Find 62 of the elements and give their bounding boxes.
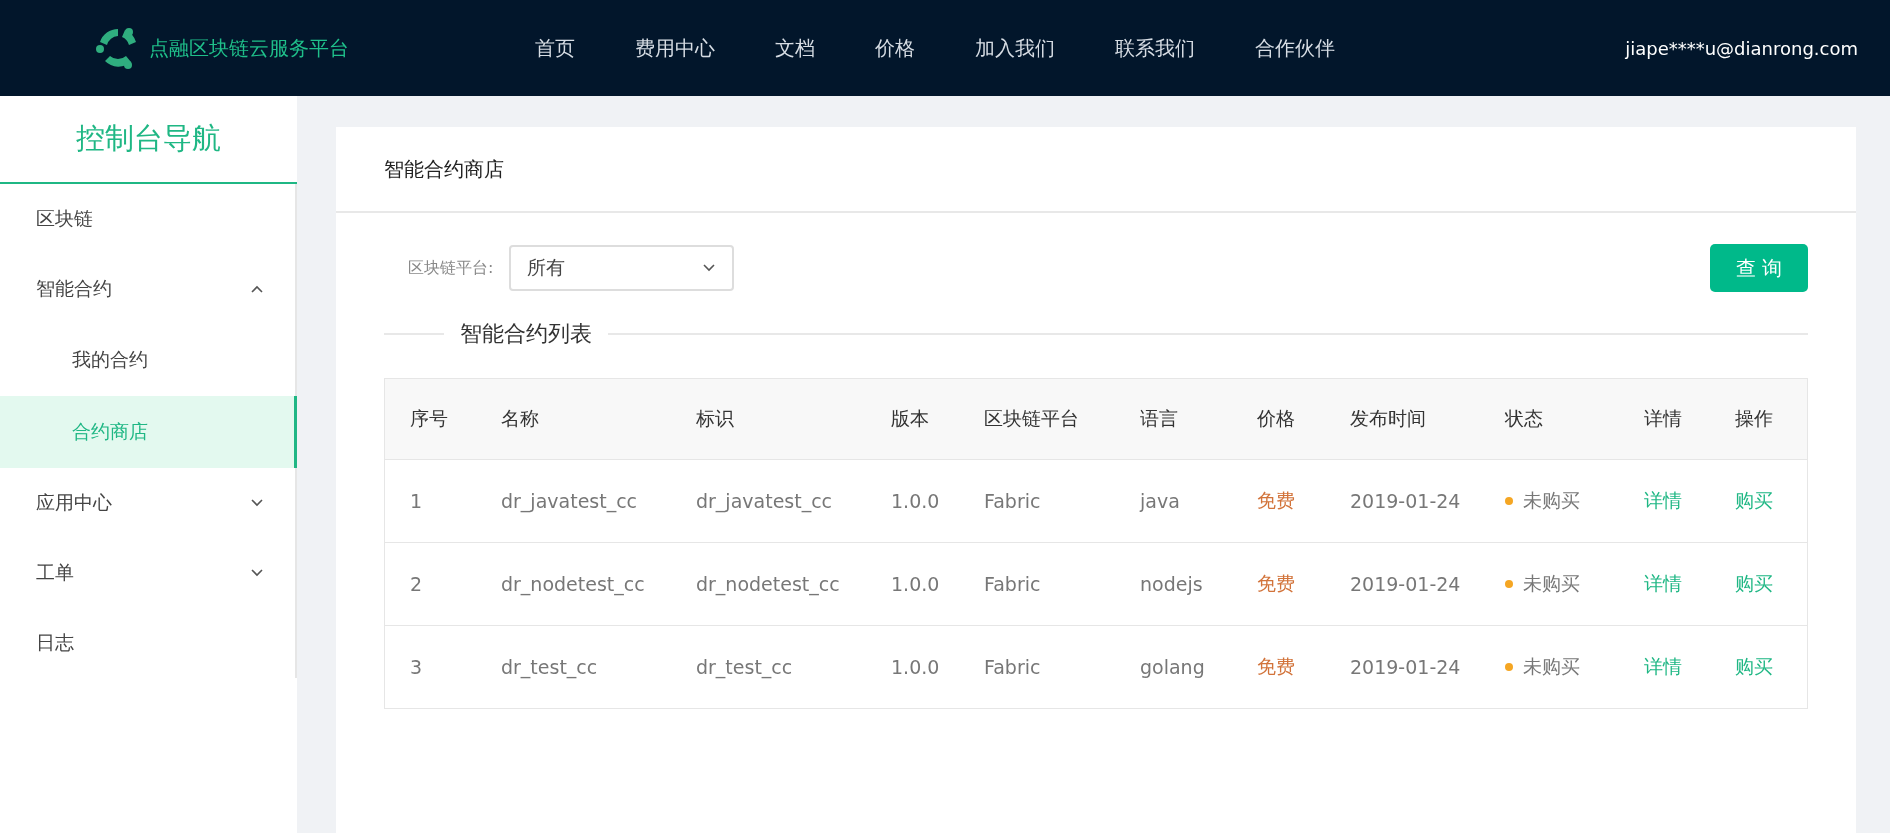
column-header: 操作 <box>1735 406 1774 431</box>
sidebar-item[interactable]: 工单 <box>0 538 295 608</box>
table-cell-text: 1.0.0 <box>891 573 941 595</box>
table-cell-text: dr_test_cc <box>501 656 599 678</box>
table-cell-text: dr_javatest_cc <box>501 490 639 512</box>
table-cell-text: 2019-01-24 <box>1350 656 1462 678</box>
table-cell-text: 1.0.0 <box>891 490 941 512</box>
column-header: 状态 <box>1505 406 1544 431</box>
table-cell-text: 2019-01-24 <box>1350 490 1462 512</box>
table-cell-text: 1 <box>410 490 424 512</box>
chevron-icon <box>251 499 263 507</box>
sidebar-title: 控制台导航 <box>0 96 297 184</box>
column-header: 区块链平台 <box>984 406 1080 431</box>
sidebar-item[interactable]: 日志 <box>0 608 295 678</box>
filter-label: 区块链平台: <box>408 257 494 279</box>
user-email[interactable]: jiape****u@dianrong.com <box>1625 37 1858 59</box>
column-header: 标识 <box>696 406 735 431</box>
table-cell-text: 2019-01-24 <box>1350 573 1462 595</box>
table-cell-text: Fabric <box>984 656 1042 678</box>
column-header: 发布时间 <box>1350 406 1427 431</box>
column-header: 详情 <box>1644 406 1683 431</box>
page-title: 智能合约商店 <box>336 127 1856 213</box>
price-text: 免费 <box>1257 488 1296 513</box>
sidebar-item[interactable]: 应用中心 <box>0 468 295 538</box>
table-cell-text: 1.0.0 <box>891 656 941 678</box>
table-cell-text: Fabric <box>984 573 1042 595</box>
column-header: 版本 <box>891 406 930 431</box>
logo-text: 点融区块链云服务平台 <box>149 34 349 62</box>
table-cell-text: java <box>1140 490 1181 512</box>
nav-link[interactable]: 首页 <box>535 34 575 62</box>
table-cell-text: nodejs <box>1140 573 1204 595</box>
nav-link[interactable]: 加入我们 <box>975 34 1055 62</box>
column-header: 名称 <box>501 406 540 431</box>
status-text: 未购买 <box>1523 488 1580 513</box>
section-title: 智能合约列表 <box>459 320 593 348</box>
dropdown-caret-icon <box>702 264 717 272</box>
table-cell-text: golang <box>1140 656 1206 678</box>
table-cell-text: Fabric <box>984 490 1042 512</box>
sidebar-item[interactable]: 智能合约 <box>0 254 295 324</box>
nav-link[interactable]: 价格 <box>875 34 915 62</box>
table-cell-text: 3 <box>410 656 424 678</box>
column-header: 语言 <box>1140 406 1179 431</box>
nav-link[interactable]: 合作伙伴 <box>1255 34 1335 62</box>
table-cell-text: dr_javatest_cc <box>696 490 834 512</box>
sidebar-subitem[interactable]: 我的合约 <box>0 324 295 396</box>
platform-dropdown[interactable]: 所有 <box>509 245 735 291</box>
status-text: 未购买 <box>1523 571 1580 596</box>
nav-link[interactable]: 文档 <box>775 34 815 62</box>
sidebar-item[interactable]: 区块链 <box>0 184 295 254</box>
table-cell-text: dr_nodetest_cc <box>696 573 841 595</box>
price-text: 免费 <box>1257 654 1296 679</box>
nav-link[interactable]: 费用中心 <box>635 34 715 62</box>
chevron-icon <box>251 569 263 577</box>
table-cell-text: 2 <box>410 573 424 595</box>
status-text: 未购买 <box>1523 654 1580 679</box>
column-header: 价格 <box>1257 406 1296 431</box>
nav-link[interactable]: 联系我们 <box>1115 34 1195 62</box>
chevron-icon <box>251 285 263 293</box>
column-header: 序号 <box>410 406 449 431</box>
table-cell-text: dr_nodetest_cc <box>501 573 646 595</box>
table-cell-text: dr_test_cc <box>696 656 794 678</box>
price-text: 免费 <box>1257 571 1296 596</box>
